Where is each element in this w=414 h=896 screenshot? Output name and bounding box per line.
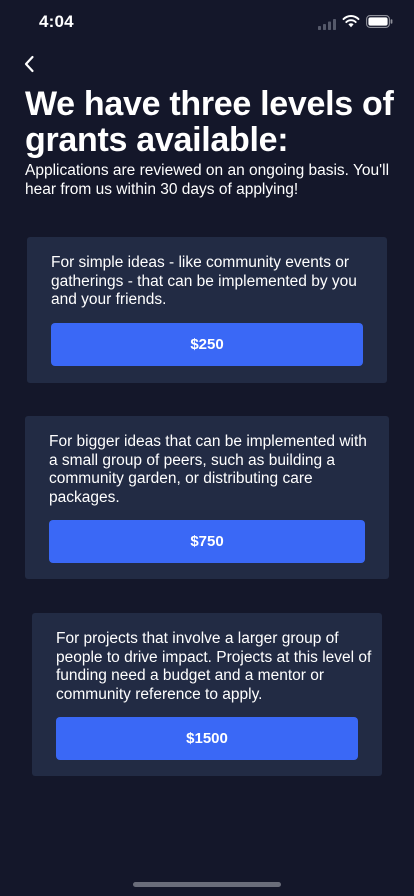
page-title: We have three levels of grants available… xyxy=(25,85,394,159)
chevron-left-icon xyxy=(24,55,34,73)
tier-description: For bigger ideas that can be implemented… xyxy=(49,433,367,506)
grant-tier-card-750: For bigger ideas that can be implemented… xyxy=(25,416,389,579)
status-time: 4:04 xyxy=(39,12,74,31)
tier-description: For projects that involve a larger group… xyxy=(56,630,372,703)
wifi-icon xyxy=(342,15,360,28)
select-1500-button[interactable]: $1500 xyxy=(56,717,358,760)
select-250-button[interactable]: $250 xyxy=(51,323,363,366)
grant-tier-card-1500: For projects that involve a larger group… xyxy=(32,613,382,776)
back-button[interactable] xyxy=(16,50,42,78)
cellular-signal-icon xyxy=(318,19,336,30)
battery-icon xyxy=(366,15,393,28)
grant-tier-card-250: For simple ideas - like community events… xyxy=(27,237,387,383)
status-bar: 4:04 xyxy=(0,0,414,44)
grant-levels-screen: 4:04 We have three levels of grants avai… xyxy=(0,0,414,896)
select-750-button[interactable]: $750 xyxy=(49,520,365,563)
tier-description: For simple ideas - like community events… xyxy=(51,254,357,308)
page-subtitle: Applications are reviewed on an ongoing … xyxy=(25,162,390,198)
home-indicator[interactable] xyxy=(133,882,281,887)
